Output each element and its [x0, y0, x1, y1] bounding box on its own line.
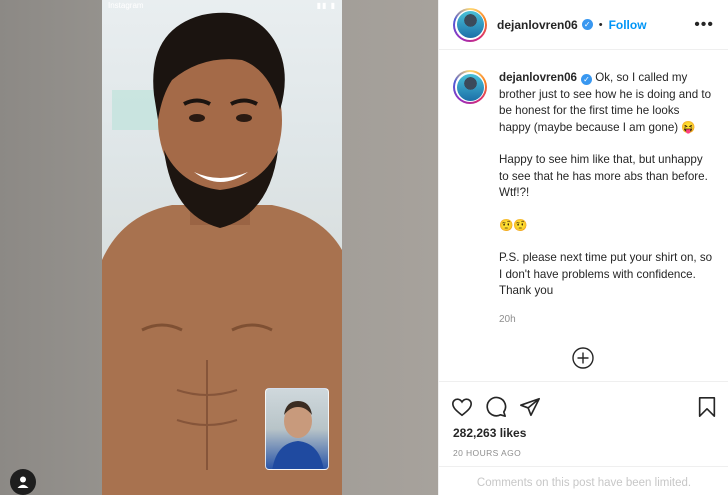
follow-button[interactable]: Follow [609, 18, 647, 32]
caption-username[interactable]: dejanlovren06 [499, 71, 577, 84]
post-timestamp[interactable]: 20 HOURS AGO [439, 440, 728, 458]
post-sidebar: dejanlovren06 ✓ • Follow ••• dejanlovren… [438, 0, 728, 495]
caption-timestamp[interactable]: 20h [499, 312, 714, 329]
share-send-icon[interactable] [519, 396, 541, 418]
header-username[interactable]: dejanlovren06 [497, 18, 578, 32]
caption-text: dejanlovren06 ✓ Ok, so I called my brothe… [499, 70, 714, 370]
caption-paragraph-1: dejanlovren06 ✓ Ok, so I called my brothe… [499, 70, 714, 136]
comments-limited-notice: Comments on this post have been limited. [439, 466, 728, 495]
load-more-comments-icon[interactable] [572, 347, 594, 369]
profile-picture [456, 11, 484, 38]
bookmark-icon[interactable] [697, 396, 717, 418]
comment-icon[interactable] [485, 396, 507, 418]
verified-badge-icon: ✓ [581, 19, 593, 30]
tagged-user-button[interactable] [10, 469, 36, 495]
post-media-panel: Instagram ▮▮ ▮ [0, 0, 438, 495]
post-actions: 282,263 likes 20 HOURS AGO Comments on t… [439, 381, 728, 495]
action-icons-row [439, 382, 728, 424]
pip-person-photo [272, 401, 324, 469]
post-header: dejanlovren06 ✓ • Follow ••• [439, 0, 728, 50]
caption-avatar[interactable] [453, 70, 487, 104]
caption-paragraph-3: 🤨🤨 [499, 218, 528, 232]
caption-paragraph-4: P.S. please next time put your shirt on,… [499, 251, 713, 297]
pip-video-thumbnail [265, 388, 329, 470]
caption-section: dejanlovren06 ✓ Ok, so I called my brothe… [439, 50, 728, 370]
caption-profile-picture [456, 73, 484, 101]
caption-paragraph-2: Happy to see him like that, but unhappy … [499, 153, 708, 199]
header-avatar[interactable] [453, 7, 487, 42]
separator-dot: • [598, 18, 603, 31]
user-icon [17, 476, 29, 488]
more-options-button[interactable]: ••• [694, 16, 714, 34]
caption-verified-icon: ✓ [580, 74, 592, 85]
likes-count[interactable]: 282,263 likes [439, 424, 728, 440]
like-heart-icon[interactable] [451, 396, 473, 418]
